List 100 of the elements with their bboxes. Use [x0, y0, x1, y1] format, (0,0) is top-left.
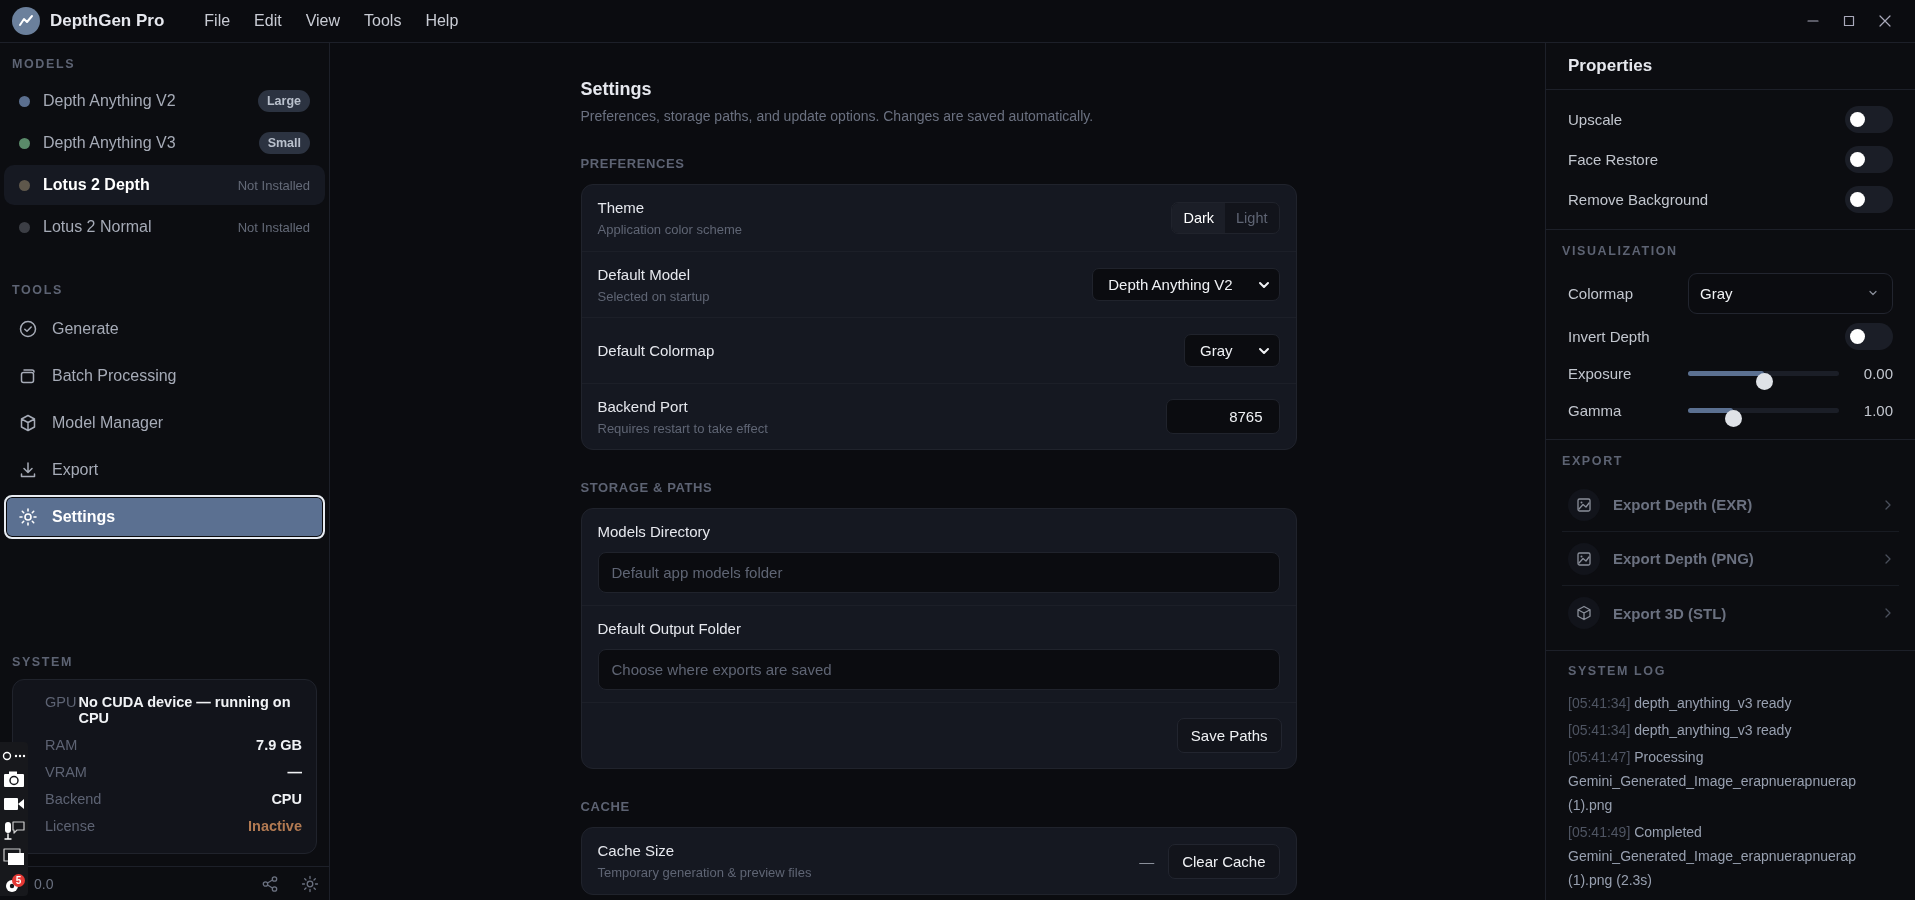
dropdown[interactable]: Depth Anything V2	[1092, 268, 1280, 301]
settings-icon	[18, 507, 38, 527]
info-label: GPU	[45, 694, 77, 710]
tool-nav-item[interactable]: Batch Processing	[4, 354, 325, 398]
version-text: 0.0	[34, 875, 55, 892]
control-label: Colormap	[1568, 284, 1635, 302]
toggle-label: Remove Background	[1568, 190, 1709, 208]
colormap-dropdown[interactable]: Gray	[1688, 272, 1893, 314]
install-status: Not Installed	[237, 177, 310, 193]
page-title: Settings	[580, 79, 653, 100]
pin-more-icon[interactable]	[2, 750, 26, 762]
video-camera-icon[interactable]	[3, 796, 25, 812]
menu-item[interactable]: Help	[413, 12, 471, 30]
log-entry: [05:41:34] depth_anything_v3 ready	[1568, 694, 1793, 713]
model-item[interactable]: Depth Anything V2 Large	[4, 81, 325, 121]
cube-icon	[1576, 605, 1592, 621]
menu-item[interactable]: View	[293, 12, 353, 30]
port-input-field[interactable]: 8765	[1165, 399, 1280, 434]
control-label: Invert Depth	[1568, 328, 1651, 345]
app-title: DepthGen Pro	[50, 11, 165, 31]
path-input-field[interactable]: Default app models folder	[597, 552, 1280, 593]
info-value: —	[287, 764, 302, 780]
info-value: 7.9 GB	[256, 737, 302, 753]
share-button[interactable]	[261, 874, 279, 893]
log-entry: [05:41:34] depth_anything_v3 ready	[1568, 721, 1793, 740]
size-badge: Small	[258, 132, 310, 154]
toggle-switch[interactable]	[1845, 105, 1893, 133]
setting-label: Default Output Folder	[597, 620, 742, 637]
slider-thumb[interactable]	[1725, 410, 1743, 427]
info-value: CPU	[271, 791, 302, 807]
model-name: Depth Anything V2	[43, 92, 177, 110]
section-heading: SYSTEM LOG	[1568, 664, 1667, 678]
notification-badge: 5	[12, 874, 25, 887]
slider-value: 0.00	[1862, 365, 1893, 382]
control-label: Gamma	[1568, 402, 1623, 419]
path-input-field[interactable]: Choose where exports are saved	[597, 649, 1280, 690]
menu-item[interactable]: File	[192, 12, 243, 30]
chevron-right-icon	[1883, 498, 1893, 511]
info-label: Backend	[45, 791, 102, 807]
tool-nav-item[interactable]: Settings	[4, 495, 325, 539]
dropdown[interactable]: Gray	[1184, 334, 1280, 367]
windows-icon[interactable]	[3, 848, 25, 866]
model-item[interactable]: Lotus 2 Depth Not Installed	[4, 165, 325, 205]
menu-item[interactable]: Tools	[352, 12, 414, 30]
tool-nav-item[interactable]: Export	[4, 448, 325, 492]
chart-line-icon	[18, 13, 34, 29]
section-heading: TOOLS	[11, 283, 64, 297]
setting-label: Default Model	[597, 265, 692, 283]
section-heading: PREFERENCES	[580, 156, 686, 171]
info-label: License	[45, 818, 95, 834]
setting-hint: Selected on startup	[597, 288, 711, 304]
download-icon	[18, 460, 38, 480]
toggle-switch[interactable]	[1845, 323, 1893, 350]
model-item[interactable]: Depth Anything V3 Small	[4, 123, 325, 163]
microphone-chat-icon[interactable]	[3, 820, 25, 840]
model-item[interactable]: Lotus 2 Normal Not Installed	[4, 207, 325, 247]
section-heading: VISUALIZATION	[1562, 244, 1679, 258]
panel-title: Properties	[1546, 43, 1915, 90]
info-value: No CUDA device — running on CPU	[78, 694, 292, 726]
slider-value: 1.00	[1862, 402, 1893, 419]
camera-icon[interactable]	[3, 770, 25, 788]
setting-label: Backend Port	[597, 397, 689, 415]
image-icon	[1576, 496, 1592, 513]
log-entry: [05:41:47] Processing Gemini_Generated_Image_erapnuerapnuerap (1).png	[1568, 748, 1857, 815]
stack-icon	[18, 366, 38, 386]
menu-item[interactable]: Edit	[242, 12, 294, 30]
slider-thumb[interactable]	[1755, 373, 1773, 390]
settings-icon	[301, 874, 319, 893]
check-circle-icon	[18, 319, 38, 339]
close-icon	[1879, 15, 1891, 27]
chevron-down-icon	[1868, 288, 1878, 298]
size-badge: Large	[257, 90, 310, 112]
model-name: Lotus 2 Normal	[43, 218, 153, 236]
tool-nav-item[interactable]: Generate	[4, 307, 325, 351]
save-button[interactable]: Save Paths	[1176, 718, 1282, 753]
install-status: Not Installed	[237, 219, 310, 235]
setting-hint: Temporary generation & preview files	[597, 865, 813, 880]
toggle-label: Face Restore	[1568, 150, 1659, 168]
model-name: Depth Anything V3	[43, 134, 177, 152]
info-label: RAM	[45, 737, 78, 753]
clear-cache-button[interactable]: Clear Cache	[1168, 843, 1280, 879]
tool-nav-item[interactable]: Model Manager	[4, 401, 325, 445]
page-subtitle: Preferences, storage paths, and update options. Changes are saved automatically.	[580, 108, 1095, 124]
share-icon	[261, 874, 279, 893]
section-heading: SYSTEM	[11, 655, 74, 669]
cube-icon	[18, 413, 38, 433]
maximize-icon	[1843, 15, 1855, 27]
toggle-switch[interactable]	[1845, 145, 1893, 173]
info-value: Inactive	[248, 818, 302, 834]
toggle-switch[interactable]	[1845, 185, 1893, 213]
section-heading: STORAGE & PATHS	[580, 480, 714, 495]
setting-label: Default Colormap	[597, 342, 716, 359]
chevron-right-icon	[1883, 607, 1893, 619]
setting-hint: Requires restart to take effect	[597, 420, 769, 436]
log-entry: [05:41:49] Completed Gemini_Generated_Image_erapnuerapnuerap (1).png (2.3s)	[1568, 823, 1857, 890]
theme-option[interactable]: Dark	[1172, 203, 1226, 233]
section-heading: CACHE	[580, 799, 631, 814]
settings-button[interactable]	[301, 874, 319, 893]
model-name: Lotus 2 Depth	[43, 176, 151, 194]
setting-hint: Application color scheme	[597, 222, 744, 237]
